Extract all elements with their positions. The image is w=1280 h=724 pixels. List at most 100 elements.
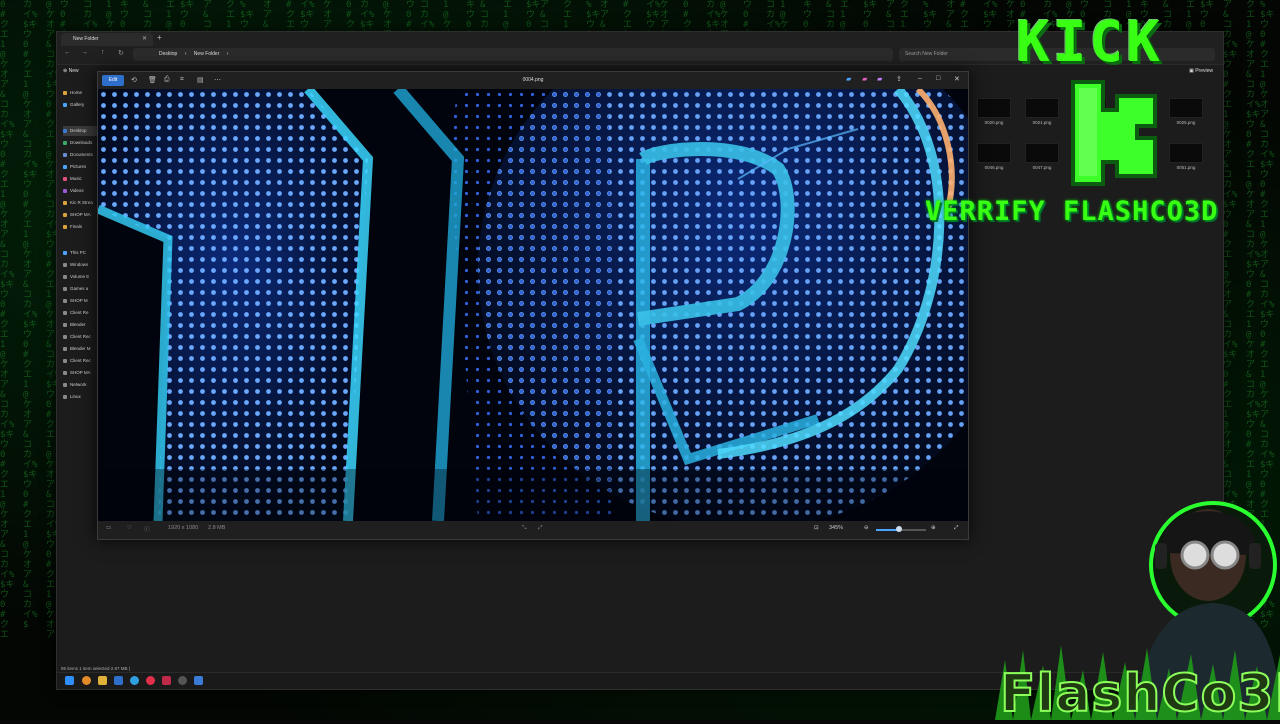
close-tab-icon[interactable]: ✕ [142,33,147,46]
maximize-icon[interactable]: □ [936,75,940,82]
breadcrumb-desktop[interactable]: Desktop [159,51,177,57]
browser-icon[interactable] [130,676,139,685]
address-field[interactable]: Desktop › New Folder › [133,48,893,61]
sidebar-item[interactable]: Finals [63,222,99,232]
crop-icon[interactable]: ⌗ [180,76,184,84]
fullscreen-icon[interactable]: ⤢ [954,525,958,532]
rotate-icon[interactable]: ⟲ [131,76,137,84]
sidebar-item[interactable]: Music [63,174,99,184]
folder-icon [63,250,67,255]
file-thumbnail [977,98,1011,118]
tool-icon[interactable]: ▰ [877,75,882,83]
status-bar: 95 items 1 item selected 2.87 MB | [61,666,130,671]
zoom-in-icon[interactable]: ⊕ [931,525,936,531]
photos-icon[interactable] [194,676,203,685]
sidebar-item-label: Documents [70,152,93,157]
sidebar-item[interactable]: This PC [63,248,99,258]
folder-icon [63,188,67,193]
file-thumbnail [1025,143,1059,163]
matrix-column: 0#クエ1@ケオア&コカイ%$キウ0#クエ1@ケオア&コカイ%$キウ0#クエ1@… [0,0,15,640]
file-item[interactable]: 0046.png [974,143,1014,179]
folder-icon [63,200,67,205]
file-explorer-icon[interactable] [98,676,107,685]
share-icon[interactable]: ⇪ [896,75,902,83]
image-canvas[interactable] [98,89,968,521]
folder-icon [63,382,67,387]
breadcrumb-new-folder[interactable]: New Folder [194,51,220,57]
folder-icon [63,334,67,339]
sidebar-item[interactable]: Gallery [63,100,99,110]
info-icon[interactable]: ⓘ [144,525,150,533]
app-icon[interactable] [162,676,171,685]
sidebar-item-label: Desktop [70,128,87,133]
sidebar-item[interactable]: Linux [63,392,99,402]
sidebar-item[interactable]: SHOP M [63,296,99,306]
sidebar-item[interactable]: Videos [63,186,99,196]
sidebar-item[interactable]: Windows [63,260,99,270]
fit-to-window-icon[interactable]: ⊡ [814,525,819,531]
file-thumbnail [1025,98,1059,118]
matrix-column: カイ%$キウ0#クエ1@ケオア&コカイ%$キウ0#クエ1@ケオア&コカイ%$キウ… [23,0,38,630]
sidebar-item[interactable]: Pictures [63,162,99,172]
zoom-slider-knob[interactable] [895,526,902,532]
up-icon[interactable]: ↑ [101,49,105,56]
sidebar-item[interactable]: Home [63,88,99,98]
sidebar-item[interactable]: Client Rec [63,356,99,366]
preview-button[interactable]: ▣ Preview [1189,68,1213,74]
close-icon[interactable]: ✕ [954,75,960,83]
more-icon[interactable]: ⋯ [214,76,221,84]
sidebar-item[interactable]: Kic R Strea [63,198,99,208]
zoom-slider[interactable] [876,526,926,532]
delete-icon[interactable]: 🗑 [148,76,157,84]
zoom-out-icon[interactable]: ⊖ [864,525,869,531]
tool-icon[interactable]: ▰ [862,75,867,83]
favorite-icon[interactable]: ♡ [127,525,132,531]
file-item[interactable]: 0020.png [974,98,1014,134]
new-button[interactable]: ⊕ New [63,68,79,74]
tab-new-folder[interactable]: New Folder ✕ [61,33,153,46]
actual-size-icon[interactable]: ⤢ [538,525,542,532]
sidebar-item[interactable]: Volume E [63,272,99,282]
sidebar-item-label: Windows [70,262,89,267]
refresh-icon[interactable]: ↻ [118,49,124,57]
file-thumbnail [977,143,1011,163]
back-icon[interactable]: ← [64,49,71,56]
folder-icon [63,140,67,145]
folder-icon [63,262,67,267]
app-icon[interactable] [146,676,155,685]
print-icon[interactable]: ⎙ [164,76,170,84]
edit-button[interactable]: Edit [102,75,124,86]
sidebar-item[interactable]: SHOP MA [63,368,99,378]
folder-icon [63,102,67,107]
fit-icon[interactable]: ⤡ [522,525,526,532]
sidebar-item[interactable]: Blender M [63,344,99,354]
sidebar-item[interactable]: Downloads [63,138,99,148]
start-icon[interactable] [65,676,74,685]
tool-icon[interactable]: ▰ [846,75,851,83]
sidebar-item[interactable]: Network [63,380,99,390]
sidebar-item[interactable]: SHOP MA [63,210,99,220]
sidebar-item-label: Downloads [70,140,93,145]
zoom-level[interactable]: 345% [829,525,843,531]
sidebar-item[interactable]: Client Re [63,308,99,318]
sidebar-item-label: Home [70,90,83,95]
file-name: 0046.png [984,165,1004,170]
sidebar-item[interactable]: Documents [63,150,99,160]
forward-icon[interactable]: → [81,49,88,56]
sidebar-item-label: Videos [70,188,84,193]
folder-icon [63,286,67,291]
filmstrip-icon[interactable]: ▭ [106,525,111,531]
settings-icon[interactable] [178,676,187,685]
sidebar-item[interactable]: Blender [63,320,99,330]
app-icon[interactable] [82,676,91,685]
file-thumbnail [1169,143,1203,163]
sidebar-item[interactable]: Desktop [63,126,99,136]
sidebar-item[interactable]: Games a [63,284,99,294]
sidebar-item[interactable]: Client Rec [63,332,99,342]
image-dimensions: 1920 x 1080 [168,525,199,531]
minimize-icon[interactable]: – [918,75,922,82]
app-icon[interactable] [114,676,123,685]
new-tab-button[interactable]: + [157,33,162,42]
info-icon[interactable]: ▤ [197,76,204,84]
tab-title: New Folder [73,36,99,42]
